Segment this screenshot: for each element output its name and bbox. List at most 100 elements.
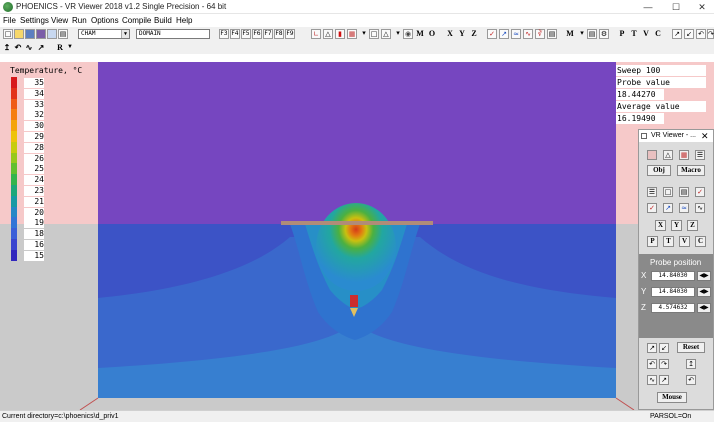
t-button[interactable]: T xyxy=(629,28,639,39)
diagonal-arrow-icon[interactable]: ↗ xyxy=(36,42,46,53)
up-arrow-icon[interactable]: ↥ xyxy=(2,42,12,53)
streamline-icon[interactable]: ∿ xyxy=(695,203,705,213)
probe-z-stepper[interactable]: ◀▶ xyxy=(697,303,711,313)
plot-icon[interactable]: ∛ xyxy=(535,29,545,39)
print-preview-icon[interactable] xyxy=(47,29,57,39)
f6-button[interactable]: F6 xyxy=(252,29,262,39)
m-button[interactable]: M xyxy=(415,28,425,39)
window-icon[interactable]: ▤ xyxy=(547,29,557,39)
f8-button[interactable]: F8 xyxy=(274,29,284,39)
maximize-button[interactable]: ☐ xyxy=(664,0,688,14)
frame-icon[interactable]: □ xyxy=(663,187,673,197)
panel-close-icon[interactable]: ✕ xyxy=(701,130,709,142)
curve-icon[interactable]: ↶ xyxy=(686,375,696,385)
contour-icon[interactable]: ≈ xyxy=(679,203,689,213)
p-button[interactable]: P xyxy=(617,28,627,39)
open-folder-icon[interactable] xyxy=(14,29,24,39)
p-button[interactable]: P xyxy=(647,236,658,247)
v-button[interactable]: V xyxy=(641,28,651,39)
f5-button[interactable]: F5 xyxy=(241,29,251,39)
t-button[interactable]: T xyxy=(663,236,674,247)
up-arrow-icon[interactable]: ↥ xyxy=(686,359,696,369)
v-button[interactable]: V xyxy=(679,236,690,247)
arrow-ne-icon[interactable]: ↗ xyxy=(647,343,657,353)
chevron-down-icon[interactable]: ▾ xyxy=(359,29,369,39)
menu-build[interactable]: Build xyxy=(154,15,172,26)
r-dropdown[interactable]: R xyxy=(55,42,65,53)
menu-file[interactable]: File xyxy=(3,15,16,26)
menu-view[interactable]: View xyxy=(51,15,68,26)
rotate-icon[interactable]: ↶ xyxy=(696,29,706,39)
rotate-back-icon[interactable]: ↷ xyxy=(707,29,714,39)
rotate-right-icon[interactable]: ↷ xyxy=(659,359,669,369)
y-view-button[interactable]: Y xyxy=(457,28,467,39)
y-view-button[interactable]: Y xyxy=(671,220,682,231)
axes-icon[interactable]: ∟ xyxy=(311,29,321,39)
x-view-button[interactable]: X xyxy=(445,28,455,39)
macro-m-button[interactable]: M xyxy=(565,28,575,39)
arrow-sw-icon[interactable]: ↙ xyxy=(659,343,669,353)
streamline-icon[interactable]: ∿ xyxy=(523,29,533,39)
probe-z-input[interactable]: 4.574632 xyxy=(651,303,695,313)
table-icon[interactable]: ▤ xyxy=(587,29,597,39)
macro-button[interactable]: Macro xyxy=(677,165,705,176)
probe-x-stepper[interactable]: ◀▶ xyxy=(697,271,711,281)
chevron-down-icon[interactable]: ▼ xyxy=(65,42,75,53)
probe-icon[interactable]: ✓ xyxy=(487,29,497,39)
rectangle-icon[interactable]: □ xyxy=(369,29,379,39)
z-view-button[interactable]: Z xyxy=(469,28,479,39)
arrow-ne-icon[interactable]: ↗ xyxy=(672,29,682,39)
object-combo[interactable]: CHAM ▼ xyxy=(78,29,130,39)
domain-icon[interactable] xyxy=(647,150,657,160)
save-as-icon[interactable] xyxy=(36,29,46,39)
minimize-button[interactable]: — xyxy=(636,0,660,14)
chevron-down-icon[interactable]: ▾ xyxy=(393,29,403,39)
c-button[interactable]: C xyxy=(695,236,706,247)
fill-icon[interactable]: ◉ xyxy=(403,29,413,39)
menu-help[interactable]: Help xyxy=(176,15,192,26)
triangle-icon[interactable]: △ xyxy=(663,150,673,160)
triangle-icon[interactable]: △ xyxy=(323,29,333,39)
new-file-icon[interactable]: □ xyxy=(3,29,13,39)
wave-icon[interactable]: ∿ xyxy=(647,375,657,385)
diagonal-arrow-icon[interactable]: ↗ xyxy=(659,375,669,385)
f3-button[interactable]: F3 xyxy=(219,29,229,39)
c-button[interactable]: C xyxy=(653,28,663,39)
o-button[interactable]: O xyxy=(427,28,437,39)
arrow-sw-icon[interactable]: ↙ xyxy=(684,29,694,39)
f4-button[interactable]: F4 xyxy=(230,29,240,39)
reset-button[interactable]: Reset xyxy=(677,342,705,353)
contour-icon[interactable]: ≈ xyxy=(511,29,521,39)
settings-icon[interactable]: ⚙ xyxy=(599,29,609,39)
domain-combo[interactable]: DOMAIN xyxy=(136,29,210,39)
probe-x-input[interactable]: 14.84030 xyxy=(651,271,695,281)
menu-options[interactable]: Options xyxy=(91,15,119,26)
close-button[interactable]: ✕ xyxy=(690,0,714,14)
obj-button[interactable]: Obj xyxy=(647,165,671,176)
polygon-icon[interactable]: △ xyxy=(381,29,391,39)
menu-settings[interactable]: Settings xyxy=(20,15,49,26)
grid-icon[interactable]: ▦ xyxy=(679,150,689,160)
rotate-left-icon[interactable]: ↶ xyxy=(647,359,657,369)
vector-icon[interactable]: ↗ xyxy=(663,203,673,213)
probe-y-input[interactable]: 14.84030 xyxy=(651,287,695,297)
chevron-down-icon[interactable]: ▾ xyxy=(577,29,587,39)
settings-icon[interactable]: ☰ xyxy=(695,150,705,160)
list-icon[interactable]: ☰ xyxy=(647,187,657,197)
z-view-button[interactable]: Z xyxy=(687,220,698,231)
print-icon[interactable]: ▤ xyxy=(58,29,68,39)
vector-icon[interactable]: ↗ xyxy=(499,29,509,39)
grid-icon[interactable]: ▦ xyxy=(347,29,357,39)
table-icon[interactable]: ▤ xyxy=(679,187,689,197)
menu-compile[interactable]: Compile xyxy=(122,15,151,26)
mouse-button[interactable]: Mouse xyxy=(657,392,687,403)
temperature-icon[interactable]: ▮ xyxy=(335,29,345,39)
wave-icon[interactable]: ∿ xyxy=(24,42,34,53)
save-icon[interactable] xyxy=(25,29,35,39)
probe-icon[interactable]: ✓ xyxy=(695,187,705,197)
probe-y-stepper[interactable]: ◀▶ xyxy=(697,287,711,297)
3d-viewport[interactable] xyxy=(0,62,714,410)
x-view-button[interactable]: X xyxy=(655,220,666,231)
f7-button[interactable]: F7 xyxy=(263,29,273,39)
f9-button[interactable]: F9 xyxy=(285,29,295,39)
